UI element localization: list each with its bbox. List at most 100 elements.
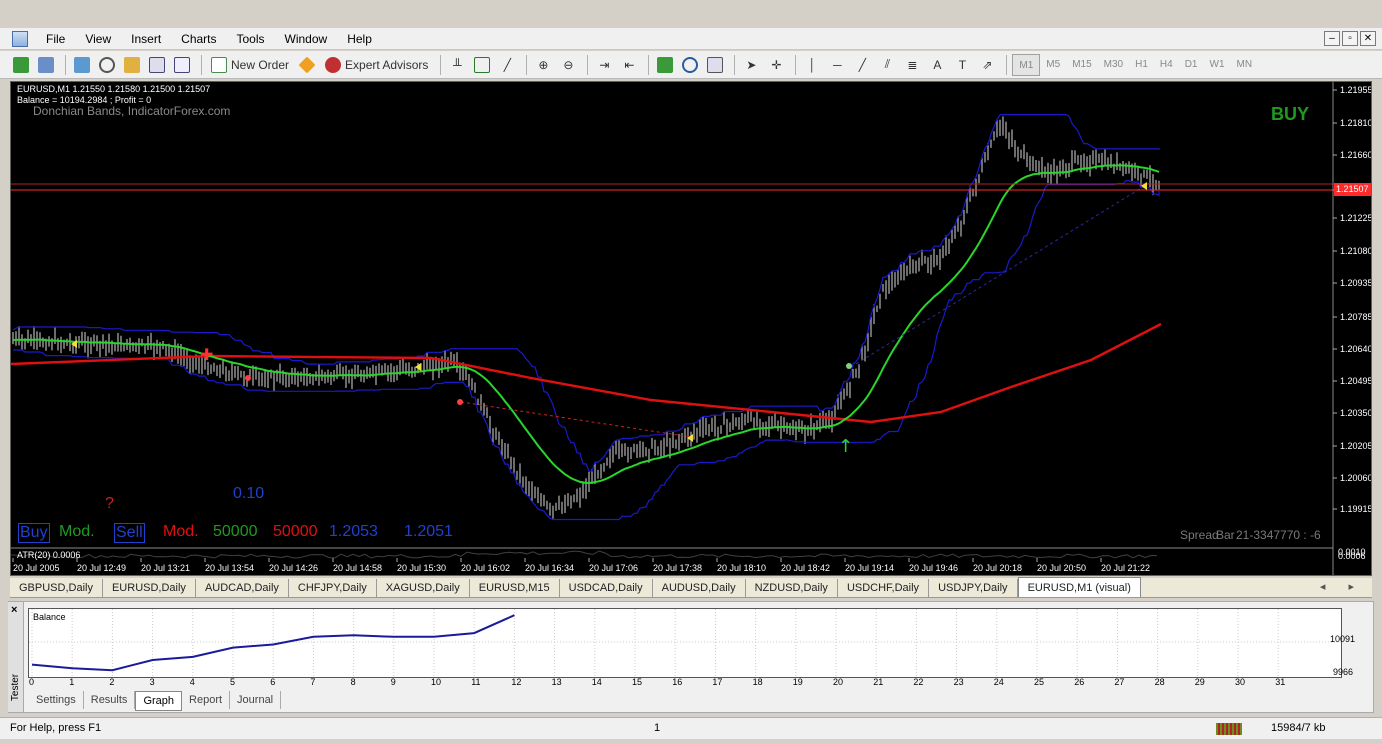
zoom-in-icon[interactable]: ⊕	[532, 54, 554, 76]
price-tick-label: 1.21810	[1340, 118, 1371, 128]
new-chart-icon[interactable]	[10, 54, 32, 76]
text-icon[interactable]: A	[926, 54, 948, 76]
chart-tab[interactable]: AUDUSD,Daily	[653, 579, 746, 597]
app-icon	[12, 30, 28, 47]
timeframe-d1[interactable]: D1	[1179, 54, 1204, 76]
close-button[interactable]: ✕	[1360, 31, 1376, 46]
price-chart[interactable]: 1.21955 1.21810 1.21660 1.21225 1.21080 1.209…	[10, 81, 1372, 576]
price-tick-label: 1.20205	[1340, 441, 1371, 451]
minimize-button[interactable]: –	[1324, 31, 1340, 46]
price-tick-label: 1.20785	[1340, 312, 1371, 322]
graph-x-label: 25	[1034, 677, 1045, 687]
indicators-icon[interactable]	[654, 54, 676, 76]
time-tick-label: 20 Jul 15:30	[397, 563, 446, 573]
arrows-icon[interactable]: ⇗	[976, 54, 998, 76]
terminal-icon[interactable]	[146, 54, 168, 76]
zoom-out-icon[interactable]: ⊖	[557, 54, 579, 76]
candlestick-icon[interactable]	[471, 54, 493, 76]
trendline-icon[interactable]: ╱	[851, 54, 873, 76]
chart-canvas[interactable]: 1.21955 1.21810 1.21660 1.21225 1.21080 1.209…	[11, 82, 1371, 575]
tester-tabs: Settings Results Graph Report Journal	[29, 691, 282, 711]
periods-icon[interactable]	[679, 54, 701, 76]
timeframe-m15[interactable]: M15	[1066, 54, 1097, 76]
price-tick-label: 1.21080	[1340, 246, 1371, 256]
timeframe-mn[interactable]: MN	[1231, 54, 1259, 76]
tab-graph[interactable]: Graph	[135, 691, 183, 711]
menu-tools[interactable]: Tools	[227, 28, 275, 50]
buy-arrow: ↑	[838, 436, 853, 457]
toolbar-separator	[795, 54, 797, 75]
graph-x-label: 16	[672, 677, 683, 687]
chart-tab[interactable]: USDJPY,Daily	[929, 579, 1018, 597]
buy-modify-button[interactable]: Mod.	[59, 523, 95, 541]
graph-x-label: 5	[230, 677, 236, 687]
fibonacci-icon[interactable]: ≣	[901, 54, 923, 76]
chart-tab[interactable]: EURUSD,Daily	[103, 579, 196, 597]
status-page: 1	[654, 722, 661, 734]
timeframe-m30[interactable]: M30	[1098, 54, 1129, 76]
chart-tab[interactable]: GBPUSD,Daily	[10, 579, 103, 597]
alert-icon[interactable]	[296, 54, 318, 76]
chart-tab[interactable]: USDCHF,Daily	[838, 579, 930, 597]
chart-tab[interactable]: EURUSD,M15	[470, 579, 560, 597]
price-tick-label: 1.20640	[1340, 344, 1371, 354]
timeframe-h1[interactable]: H1	[1129, 54, 1154, 76]
data-window-icon[interactable]	[121, 54, 143, 76]
timeframe-w1[interactable]: W1	[1204, 54, 1231, 76]
bar-label: Bar	[1216, 528, 1235, 542]
bar-chart-icon[interactable]: ╨	[446, 54, 468, 76]
line-chart-icon[interactable]: ╱	[496, 54, 518, 76]
equidistant-channel-icon[interactable]: ⫽	[876, 54, 898, 76]
profiles-icon[interactable]	[35, 54, 57, 76]
tab-report[interactable]: Report	[182, 691, 231, 709]
sell-button[interactable]: Sell	[114, 523, 145, 543]
toolbar-separator	[65, 54, 66, 75]
time-tick-label: 20 Jul 17:06	[589, 563, 638, 573]
crosshair-icon[interactable]: ✛	[765, 54, 787, 76]
chart-tab[interactable]: NZDUSD,Daily	[746, 579, 838, 597]
navigator-icon[interactable]	[96, 54, 118, 76]
tab-settings[interactable]: Settings	[29, 691, 84, 709]
tab-results[interactable]: Results	[84, 691, 136, 709]
menu-charts[interactable]: Charts	[171, 28, 226, 50]
new-order-button[interactable]: New Order	[207, 54, 293, 76]
slow-moving-average	[11, 322, 1162, 424]
horizontal-line-icon[interactable]: ─	[826, 54, 848, 76]
time-axis-ticks: 20 Jul 2005 20 Jul 12:49 20 Jul 13:21 20 Ju…	[12, 558, 1150, 573]
time-tick-label: 20 Jul 12:49	[77, 563, 126, 573]
strategy-tester-icon[interactable]	[171, 54, 193, 76]
text-label-icon[interactable]: T	[951, 54, 973, 76]
market-watch-icon[interactable]	[71, 54, 93, 76]
timeframe-m5[interactable]: M5	[1040, 54, 1066, 76]
chart-tab[interactable]: CHFJPY,Daily	[289, 579, 377, 597]
menu-window[interactable]: Window	[275, 28, 338, 50]
time-tick-label: 20 Jul 14:58	[333, 563, 382, 573]
vertical-line-icon[interactable]: │	[801, 54, 823, 76]
chart-tab[interactable]: XAGUSD,Daily	[377, 579, 470, 597]
buy-button[interactable]: Buy	[18, 523, 50, 543]
menu-view[interactable]: View	[75, 28, 121, 50]
menu-help[interactable]: Help	[337, 28, 382, 50]
time-tick-label: 20 Jul 19:14	[845, 563, 894, 573]
menu-file[interactable]: File	[36, 28, 75, 50]
timeframe-h4[interactable]: H4	[1154, 54, 1179, 76]
chart-tab[interactable]: USDCAD,Daily	[560, 579, 653, 597]
auto-scroll-icon[interactable]: ⇥	[593, 54, 615, 76]
timeframe-m1[interactable]: M1	[1012, 53, 1041, 76]
restore-button[interactable]: ▫	[1342, 31, 1358, 46]
status-bar: For Help, press F1 1 15984/7 kb	[0, 717, 1382, 739]
cursor-icon[interactable]: ➤	[740, 54, 762, 76]
menu-insert[interactable]: Insert	[121, 28, 171, 50]
chart-tab[interactable]: AUDCAD,Daily	[196, 579, 289, 597]
tester-side-bar: × Tester	[8, 602, 24, 712]
tab-scroll-arrows[interactable]: ◂ ▸	[1320, 580, 1364, 593]
graph-x-label: 7	[310, 677, 316, 687]
graph-x-label: 6	[270, 677, 276, 687]
chart-tab-active[interactable]: EURUSD,M1 (visual)	[1017, 577, 1141, 597]
chart-shift-icon[interactable]: ⇤	[618, 54, 640, 76]
sell-modify-button[interactable]: Mod.	[163, 523, 199, 541]
templates-icon[interactable]	[704, 54, 726, 76]
close-icon[interactable]: ×	[11, 604, 17, 616]
expert-advisors-button[interactable]: Expert Advisors	[321, 54, 432, 76]
tab-journal[interactable]: Journal	[230, 691, 282, 709]
